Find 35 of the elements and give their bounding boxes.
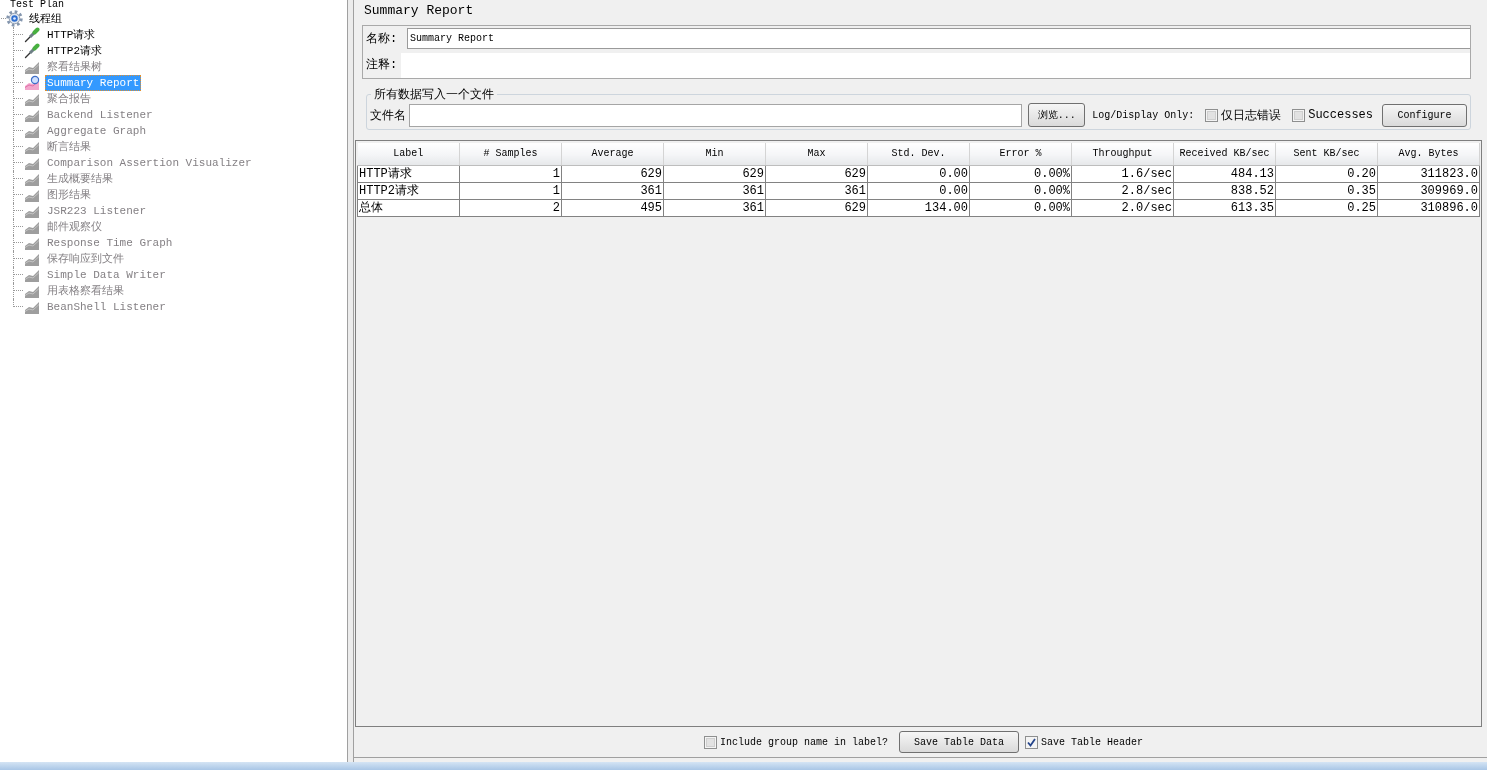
panel-title: Summary Report	[363, 2, 475, 20]
checkbox-label: 仅日志错误	[1221, 107, 1282, 124]
filename-label: 文件名	[370, 107, 406, 124]
column-header[interactable]: Throughput	[1071, 143, 1174, 165]
tree-item[interactable]: HTTP请求	[45, 27, 98, 43]
column-header[interactable]: Max	[765, 143, 868, 165]
fieldset-legend: 所有数据写入一个文件	[371, 86, 497, 103]
column-header[interactable]: Average	[561, 143, 664, 165]
checkbox[interactable]	[1205, 108, 1219, 122]
tree-item[interactable]: 线程组	[27, 10, 64, 27]
filename-field[interactable]	[409, 103, 1023, 127]
save-table-data-button[interactable]: Save Table Data	[899, 731, 1019, 753]
column-header[interactable]: Avg. Bytes	[1377, 143, 1480, 165]
checkbox-label: Save Table Header	[1041, 736, 1144, 748]
name-label: 名称:	[365, 30, 399, 47]
checkbox[interactable]	[703, 735, 717, 749]
checkbox-label: Successes	[1308, 108, 1373, 122]
comment-field[interactable]	[401, 53, 1470, 78]
column-header[interactable]: Error %	[969, 143, 1072, 165]
browse-button[interactable]: 浏览...	[1028, 103, 1086, 127]
comment-label: 注释:	[365, 56, 399, 74]
name-field[interactable]: Summary Report	[407, 27, 1470, 49]
checkbox-label: Include group name in label?	[719, 736, 888, 748]
tree-item[interactable]: HTTP2请求	[45, 43, 104, 59]
column-header[interactable]: Min	[663, 143, 766, 165]
column-header[interactable]: # Samples	[459, 143, 562, 165]
tree-item[interactable]: Test Plan	[8, 0, 66, 11]
column-header[interactable]: Label	[357, 143, 460, 165]
checkbox[interactable]	[1025, 735, 1038, 749]
configure-button[interactable]: Configure	[1382, 103, 1467, 127]
log-display-label: Log/Display Only:	[1092, 109, 1195, 121]
checkbox[interactable]	[1292, 108, 1306, 122]
column-header[interactable]: Received KB/sec	[1173, 143, 1276, 165]
column-header[interactable]: Sent KB/sec	[1275, 143, 1378, 165]
column-header[interactable]: Std. Dev.	[867, 143, 970, 165]
